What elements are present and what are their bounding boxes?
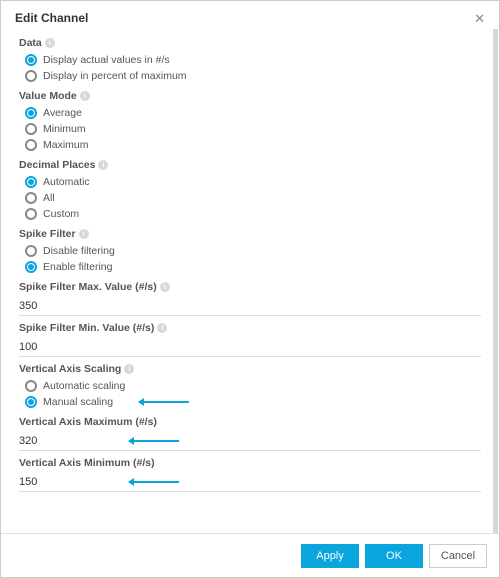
section-data: Data i Display actual values in #/s Disp… bbox=[19, 37, 481, 84]
radio-decimal-custom[interactable]: Custom bbox=[19, 206, 481, 222]
radio-spike-disable[interactable]: Disable filtering bbox=[19, 243, 481, 259]
radio-icon bbox=[25, 107, 37, 119]
apply-button[interactable]: Apply bbox=[301, 544, 359, 568]
radio-icon bbox=[25, 261, 37, 273]
label-text: Value Mode bbox=[19, 90, 77, 102]
input-row-vaxis-max bbox=[19, 431, 481, 451]
vaxis-max-input[interactable] bbox=[19, 434, 481, 448]
radio-label: Automatic bbox=[43, 176, 90, 188]
radio-icon bbox=[25, 176, 37, 188]
radio-decimal-all[interactable]: All bbox=[19, 190, 481, 206]
dialog-title: Edit Channel bbox=[15, 11, 88, 25]
info-icon[interactable]: i bbox=[98, 160, 108, 170]
section-vaxis-max: Vertical Axis Maximum (#/s) bbox=[19, 416, 481, 451]
radio-label: Minimum bbox=[43, 123, 86, 135]
dialog-content: Data i Display actual values in #/s Disp… bbox=[1, 33, 499, 533]
input-row-spike-max bbox=[19, 296, 481, 316]
radio-label: Manual scaling bbox=[43, 396, 113, 408]
radio-icon bbox=[25, 396, 37, 408]
section-label-vaxis-max: Vertical Axis Maximum (#/s) bbox=[19, 416, 481, 428]
arrow-left-icon bbox=[129, 440, 179, 442]
radio-icon bbox=[25, 245, 37, 257]
radio-icon bbox=[25, 70, 37, 82]
dialog-footer: Apply OK Cancel bbox=[1, 533, 499, 577]
radio-label: Automatic scaling bbox=[43, 380, 125, 392]
radio-spike-enable[interactable]: Enable filtering bbox=[19, 259, 481, 275]
section-label-vaxis-min: Vertical Axis Minimum (#/s) bbox=[19, 457, 481, 469]
section-label-data: Data i bbox=[19, 37, 481, 49]
input-row-vaxis-min bbox=[19, 472, 481, 492]
spike-min-input[interactable] bbox=[19, 340, 481, 354]
section-spike-min: Spike Filter Min. Value (#/s) i bbox=[19, 322, 481, 357]
label-text: Vertical Axis Scaling bbox=[19, 363, 121, 375]
dialog-header: Edit Channel ✕ bbox=[1, 1, 499, 31]
label-text: Vertical Axis Maximum (#/s) bbox=[19, 416, 157, 428]
radio-icon bbox=[25, 380, 37, 392]
section-vaxis-min: Vertical Axis Minimum (#/s) bbox=[19, 457, 481, 492]
info-icon[interactable]: i bbox=[79, 229, 89, 239]
section-label-spike-max: Spike Filter Max. Value (#/s) i bbox=[19, 281, 481, 293]
info-icon[interactable]: i bbox=[45, 38, 55, 48]
section-vaxis: Vertical Axis Scaling i Automatic scalin… bbox=[19, 363, 481, 410]
label-text: Spike Filter bbox=[19, 228, 76, 240]
section-value-mode: Value Mode i Average Minimum Maximum bbox=[19, 90, 481, 153]
cancel-button[interactable]: Cancel bbox=[429, 544, 487, 568]
radio-label: Disable filtering bbox=[43, 245, 115, 257]
radio-data-actual[interactable]: Display actual values in #/s bbox=[19, 52, 481, 68]
label-text: Spike Filter Min. Value (#/s) bbox=[19, 322, 154, 334]
radio-icon bbox=[25, 54, 37, 66]
section-label-spike: Spike Filter i bbox=[19, 228, 481, 240]
radio-value-minimum[interactable]: Minimum bbox=[19, 121, 481, 137]
spike-max-input[interactable] bbox=[19, 299, 481, 313]
label-text: Vertical Axis Minimum (#/s) bbox=[19, 457, 155, 469]
arrow-left-icon bbox=[129, 481, 179, 483]
section-decimal: Decimal Places i Automatic All Custom bbox=[19, 159, 481, 222]
radio-data-percent[interactable]: Display in percent of maximum bbox=[19, 68, 481, 84]
input-row-spike-min bbox=[19, 337, 481, 357]
info-icon[interactable]: i bbox=[80, 91, 90, 101]
info-icon[interactable]: i bbox=[157, 323, 167, 333]
radio-label: Maximum bbox=[43, 139, 89, 151]
radio-value-maximum[interactable]: Maximum bbox=[19, 137, 481, 153]
radio-vaxis-auto[interactable]: Automatic scaling bbox=[19, 378, 481, 394]
radio-vaxis-manual[interactable]: Manual scaling bbox=[19, 394, 481, 410]
section-label-decimal: Decimal Places i bbox=[19, 159, 481, 171]
radio-icon bbox=[25, 139, 37, 151]
info-icon[interactable]: i bbox=[160, 282, 170, 292]
ok-button[interactable]: OK bbox=[365, 544, 423, 568]
section-label-spike-min: Spike Filter Min. Value (#/s) i bbox=[19, 322, 481, 334]
radio-label: Enable filtering bbox=[43, 261, 112, 273]
radio-icon bbox=[25, 123, 37, 135]
radio-decimal-auto[interactable]: Automatic bbox=[19, 174, 481, 190]
label-text: Decimal Places bbox=[19, 159, 95, 171]
radio-icon bbox=[25, 192, 37, 204]
radio-label: Display actual values in #/s bbox=[43, 54, 170, 66]
info-icon[interactable]: i bbox=[124, 364, 134, 374]
section-spike-filter: Spike Filter i Disable filtering Enable … bbox=[19, 228, 481, 275]
radio-label: Average bbox=[43, 107, 82, 119]
arrow-left-icon bbox=[139, 401, 189, 403]
radio-icon bbox=[25, 208, 37, 220]
close-icon[interactable]: ✕ bbox=[474, 12, 485, 25]
radio-label: Custom bbox=[43, 208, 79, 220]
section-spike-max: Spike Filter Max. Value (#/s) i bbox=[19, 281, 481, 316]
vaxis-min-input[interactable] bbox=[19, 475, 481, 489]
radio-label: All bbox=[43, 192, 55, 204]
radio-label: Display in percent of maximum bbox=[43, 70, 187, 82]
radio-value-average[interactable]: Average bbox=[19, 105, 481, 121]
section-label-value-mode: Value Mode i bbox=[19, 90, 481, 102]
label-text: Data bbox=[19, 37, 42, 49]
section-label-vaxis: Vertical Axis Scaling i bbox=[19, 363, 481, 375]
label-text: Spike Filter Max. Value (#/s) bbox=[19, 281, 157, 293]
